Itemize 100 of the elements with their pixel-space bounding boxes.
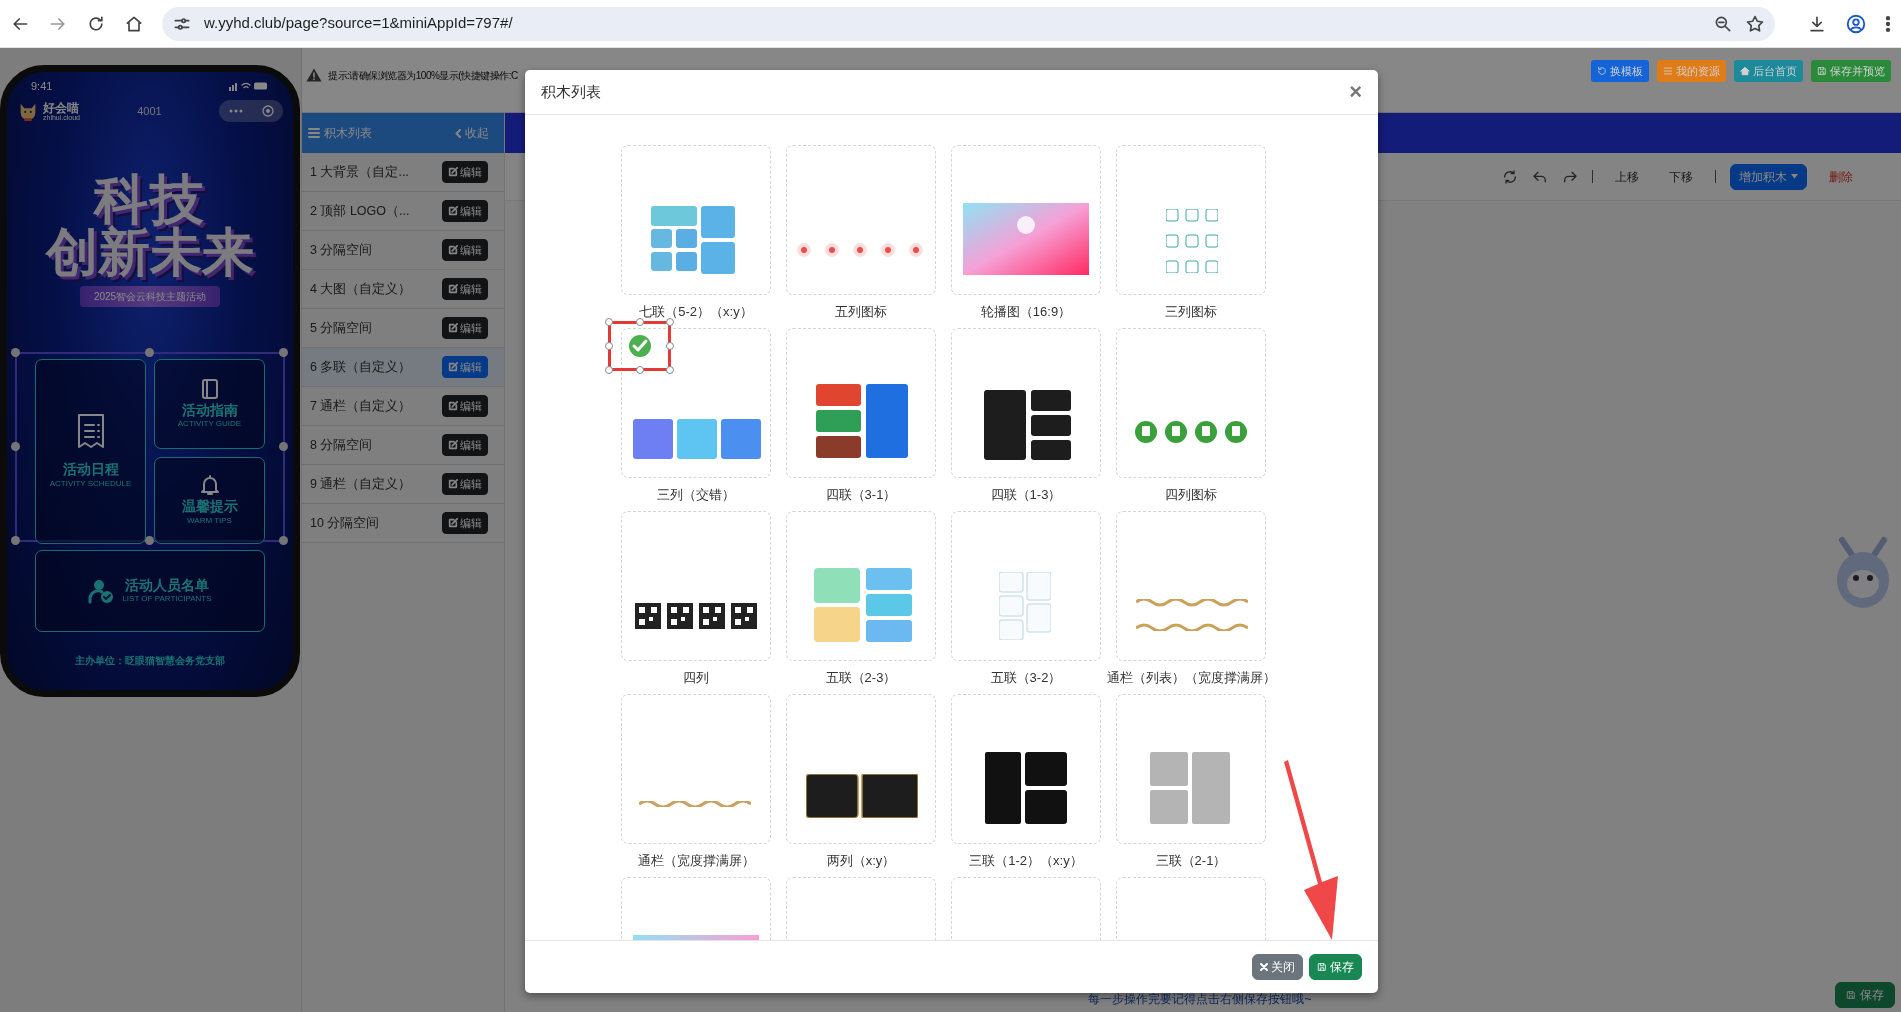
resize-handle[interactable]: [11, 348, 20, 357]
save-icon: [1846, 990, 1856, 1000]
delete-button[interactable]: 删除: [1821, 167, 1861, 186]
tile-subtitle: ACTIVITY GUIDE: [177, 418, 242, 431]
save-button[interactable]: 保存: [1309, 954, 1362, 980]
save-button[interactable]: 保存: [1835, 982, 1895, 1008]
edit-icon: [448, 245, 458, 255]
tile-title: 温馨提示: [181, 498, 238, 515]
edit-icon: [448, 206, 458, 216]
edit-icon: [448, 440, 458, 450]
block-list-item[interactable]: 6 多联（自定义） 编辑: [302, 348, 504, 387]
block-list-item[interactable]: 8 分隔空间 编辑: [302, 426, 504, 465]
block-label: 五联（2-3）: [825, 669, 897, 687]
resize-handle[interactable]: [145, 348, 154, 357]
resize-handle[interactable]: [11, 536, 20, 545]
header-button[interactable]: 换模板: [1591, 59, 1649, 83]
refresh-icon: [1597, 66, 1607, 76]
app-name: 好会喵: [43, 101, 79, 114]
close-button[interactable]: 关闭: [1252, 954, 1303, 980]
tile-subtitle: WARM TIPS: [187, 514, 232, 527]
notice-text: 提示:请确保浏览器为100%显示(快捷键操作:C: [328, 68, 518, 83]
url-text: w.yyhd.club/page?source=1&miniAppId=797#/: [204, 13, 514, 34]
home-icon: [1740, 66, 1750, 76]
block-label: 轮播图（16:9）: [980, 303, 1072, 321]
resize-handle[interactable]: [666, 318, 674, 326]
list-icon: [1663, 66, 1673, 76]
profile-icon: [1845, 12, 1867, 35]
edit-button[interactable]: 编辑: [442, 355, 488, 379]
save-icon: [1817, 66, 1827, 76]
phone-card-icon: [200, 377, 219, 400]
more-icon: [1885, 13, 1891, 34]
block-list-item[interactable]: 3 分隔空间 编辑: [302, 231, 504, 270]
block-name: 2 顶部 LOGO（...: [310, 202, 410, 220]
block-label: 四联（1-3）: [990, 486, 1062, 504]
resize-handle[interactable]: [279, 348, 288, 357]
resize-handle[interactable]: [605, 366, 613, 374]
header-button[interactable]: 保存并预览: [1811, 59, 1891, 83]
address-bar[interactable]: w.yyhd.club/page?source=1&miniAppId=797#/: [162, 6, 1775, 41]
caret-icon: [1791, 174, 1798, 179]
check-circle-icon: [627, 334, 652, 358]
resize-handle[interactable]: [635, 318, 644, 326]
block-name: 10 分隔空间: [310, 514, 380, 532]
edit-button[interactable]: 编辑: [442, 472, 488, 496]
add-block-dropdown[interactable]: 增加积木: [1730, 163, 1807, 190]
resize-handle[interactable]: [605, 318, 613, 326]
block-name: 9 通栏（自定义）: [310, 475, 412, 493]
person-check-icon: [88, 578, 115, 604]
block-list-item[interactable]: 1 大背景（自定... 编辑: [302, 153, 504, 192]
edit-icon: [448, 401, 458, 411]
edit-button[interactable]: 编辑: [442, 394, 488, 418]
resize-handle[interactable]: [279, 442, 288, 451]
edit-button[interactable]: 编辑: [442, 277, 488, 301]
resize-handle[interactable]: [145, 536, 154, 545]
edit-button[interactable]: 编辑: [442, 511, 488, 535]
block-label: 三联（2-1）: [1155, 852, 1227, 870]
resize-handle[interactable]: [605, 342, 613, 350]
block-label: 通栏（列表）（宽度撑满屏）: [1106, 669, 1276, 687]
thumbnail-drawing: [999, 571, 1051, 640]
warning-icon: [306, 68, 322, 82]
block-list-item[interactable]: 7 通栏（自定义） 编辑: [302, 387, 504, 426]
block-card[interactable]: [786, 694, 936, 844]
move-down-button[interactable]: 下移: [1661, 167, 1701, 186]
edit-button[interactable]: 编辑: [442, 160, 488, 184]
block-list-item[interactable]: 4 大图（自定义） 编辑: [302, 270, 504, 309]
refresh-icon: [1502, 168, 1518, 185]
more-icon: [228, 109, 243, 113]
block-label: 三列（交错）: [657, 486, 735, 504]
resize-handle[interactable]: [635, 366, 644, 374]
status-icons-drawing: [229, 81, 269, 91]
block-card[interactable]: [951, 328, 1101, 478]
block-name: 3 分隔空间: [310, 241, 373, 259]
block-card[interactable]: [951, 694, 1101, 844]
menu-icon: [308, 127, 320, 139]
tile-subtitle: LIST OF PARTICIPANTS: [122, 593, 212, 606]
block-list-item[interactable]: 10 分隔空间 编辑: [302, 504, 504, 543]
resize-handle[interactable]: [666, 342, 674, 350]
block-list-item[interactable]: 2 顶部 LOGO（... 编辑: [302, 192, 504, 231]
resize-handle[interactable]: [11, 442, 20, 451]
move-up-button[interactable]: 上移: [1607, 167, 1647, 186]
block-name: 1 大背景（自定...: [310, 163, 409, 181]
block-list-item[interactable]: 9 通栏（自定义） 编辑: [302, 465, 504, 504]
organizer-text: 主办单位：眨眼猫智慧会务党支部: [74, 654, 226, 668]
resize-handle[interactable]: [666, 366, 674, 374]
close-button[interactable]: ×: [1345, 81, 1366, 103]
panel-title: 积木列表: [324, 125, 372, 142]
edit-button[interactable]: 编辑: [442, 316, 488, 340]
edit-button[interactable]: 编辑: [442, 238, 488, 262]
edit-button[interactable]: 编辑: [442, 433, 488, 457]
receipt-list-icon: [75, 413, 106, 450]
save-reminder-text: 每一步操作完要记得点击右侧保存按钮哦~: [1088, 991, 1312, 1008]
edit-button[interactable]: 编辑: [442, 199, 488, 223]
block-card[interactable]: [621, 511, 771, 661]
resize-handle[interactable]: [279, 536, 288, 545]
block-card[interactable]: [786, 328, 936, 478]
bell-icon: [199, 474, 220, 497]
block-label: 三联（1-2）（x:y）: [969, 852, 1083, 870]
block-label: 五列图标: [835, 303, 887, 321]
tile-title: 活动日程: [62, 461, 119, 478]
block-label: 四列: [683, 669, 709, 687]
block-label: 七联（5-2）（x:y）: [639, 303, 753, 321]
